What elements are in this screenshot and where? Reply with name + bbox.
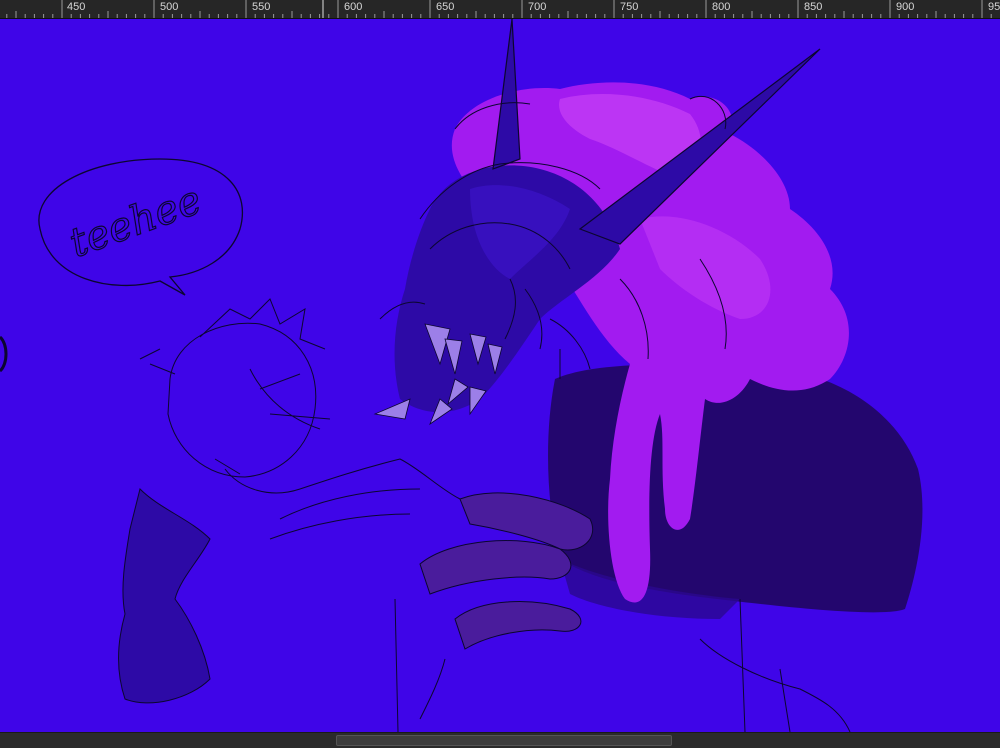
artwork: teehee	[0, 19, 1000, 732]
scrollbar-thumb[interactable]	[336, 735, 672, 746]
ruler-label: 550	[252, 1, 271, 13]
ruler-label: 900	[896, 1, 915, 13]
ruler-label: 750	[620, 1, 639, 13]
ruler-label: 850	[804, 1, 823, 13]
ruler-label: 95	[988, 1, 1000, 13]
drawing-canvas[interactable]: teehee	[0, 19, 1000, 732]
horizontal-scrollbar[interactable]	[0, 732, 1000, 748]
ruler-label: 800	[712, 1, 731, 13]
horizontal-ruler[interactable]: 450 500 550 600 650 700 750 800 850 900 …	[0, 0, 1000, 19]
ruler-label: 450	[67, 1, 86, 13]
ruler-ticks	[6, 0, 992, 18]
ruler-label: 650	[436, 1, 455, 13]
ruler-label: 700	[528, 1, 547, 13]
ruler-label: 600	[344, 1, 363, 13]
ruler-label: 500	[160, 1, 179, 13]
